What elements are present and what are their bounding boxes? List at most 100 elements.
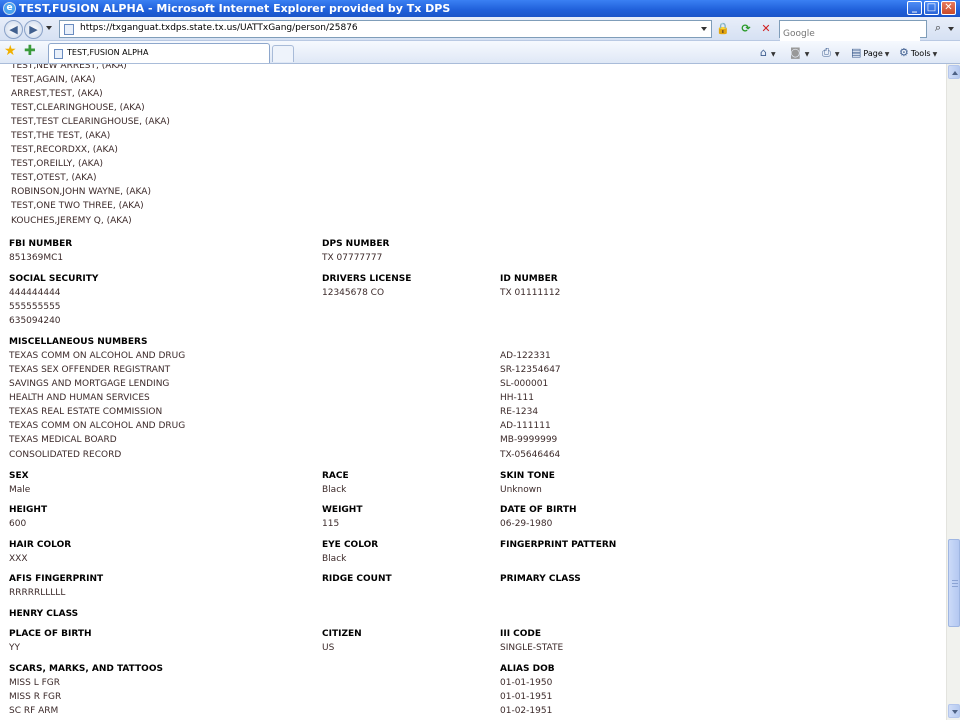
chevron-up-icon [952,71,958,75]
feeds-button[interactable]: ◙ ▼ [790,44,809,61]
favorites-star-icon[interactable]: ★ [4,43,17,59]
alias-item: TEST,THE TEST, (AKA) [11,131,111,141]
scroll-up-button[interactable] [948,65,960,79]
rss-icon: ◙ [790,46,801,59]
smt-value: MISS L FGR [9,678,60,688]
title-bar: e TEST,FUSION ALPHA - Microsoft Internet… [0,0,960,17]
alias-item: TEST,CLEARINGHOUSE, (AKA) [11,103,145,113]
recent-pages-dropdown-icon[interactable] [46,26,52,30]
fbi-number-label: FBI NUMBER [9,239,73,249]
search-box[interactable] [779,20,927,42]
misc-number: SR-12354647 [500,365,561,375]
address-toolbar: ◀ ▶ https://txganguat.txdps.state.tx.us/… [0,17,960,42]
alias-dob-value: 01-01-1951 [500,692,553,702]
forward-arrow-icon: ▶ [29,23,38,36]
search-button[interactable]: ⌕ [930,20,946,38]
height-label: HEIGHT [9,505,48,515]
weight-label: WEIGHT [322,505,363,515]
henry-class-label: HENRY CLASS [9,609,79,619]
misc-numbers-label: MISCELLANEOUS NUMBERS [9,337,148,347]
stop-button[interactable]: ✕ [757,20,775,38]
tab-current-page[interactable]: TEST,FUSION ALPHA [48,43,270,63]
afis-fingerprint-label: AFIS FINGERPRINT [9,574,104,584]
refresh-button[interactable]: ⟳ [737,20,755,38]
alias-item: TEST,AGAIN, (AKA) [11,75,96,85]
page-menu-button[interactable]: ▤ Page ▼ [851,44,889,61]
citizen-label: CITIZEN [322,629,362,639]
scars-marks-tattoos-label: SCARS, MARKS, AND TATTOOS [9,664,163,674]
misc-agency: TEXAS COMM ON ALCOHOL AND DRUG [9,421,186,431]
alias-item: ARREST,TEST, (AKA) [11,89,103,99]
grip-line [952,580,958,581]
id-number-value: TX 01111112 [500,288,561,298]
fingerprint-pattern-label: FINGERPRINT PATTERN [500,540,617,550]
chevron-down-icon: ▼ [804,51,810,58]
dob-label: DATE OF BIRTH [500,505,577,515]
alias-item: TEST,ONE TWO THREE, (AKA) [11,201,144,211]
ssn-value: 555555555 [9,302,61,312]
drivers-license-value: 12345678 CO [322,288,385,298]
vertical-scrollbar[interactable] [946,64,960,720]
hair-color-label: HAIR COLOR [9,540,72,550]
misc-agency: SAVINGS AND MORTGAGE LENDING [9,379,170,389]
forward-button[interactable]: ▶ [24,20,43,39]
tools-menu-button[interactable]: ⚙ Tools ▼ [899,44,937,61]
page-icon [64,24,74,35]
lock-icon[interactable]: 🔒 [714,20,732,38]
grip-line [952,583,958,584]
minimize-button[interactable]: _ [907,1,922,15]
misc-number: SL-000001 [500,379,549,389]
alias-dob-value: 01-02-1951 [500,706,553,716]
misc-agency: CONSOLIDATED RECORD [9,450,122,460]
address-dropdown-icon[interactable] [701,27,707,31]
fbi-number-value: 851369MC1 [9,253,64,263]
primary-class-label: PRIMARY CLASS [500,574,581,584]
place-of-birth-value: YY [9,643,20,653]
address-url[interactable]: https://txganguat.txdps.state.tx.us/UATT… [80,23,358,33]
chevron-down-icon [952,710,958,714]
home-button[interactable]: ⌂ ▼ [760,44,776,61]
misc-number: AD-111111 [500,421,551,431]
search-options-dropdown-icon[interactable] [948,27,954,31]
printer-icon: ⎙ [822,46,831,59]
ie-logo-icon: e [3,2,16,15]
scrollbar-thumb[interactable] [948,539,960,627]
dps-number-value: TX 07777777 [322,253,383,263]
back-button[interactable]: ◀ [4,20,23,39]
tab-command-bar: ★ ✚ TEST,FUSION ALPHA ⌂ ▼ ◙ ▼ ⎙ ▼ ▤ Page ▼ ⚙ T… [0,41,960,64]
close-window-button[interactable]: ✕ [941,1,956,15]
social-security-label: SOCIAL SECURITY [9,274,99,284]
misc-agency: TEXAS COMM ON ALCOHOL AND DRUG [9,351,186,361]
address-bar[interactable]: https://txganguat.txdps.state.tx.us/UATT… [59,20,712,38]
new-tab-button[interactable] [272,45,294,62]
chevron-down-icon: ▼ [834,51,840,58]
add-favorites-icon[interactable]: ✚ [24,43,36,59]
ssn-value: 444444444 [9,288,61,298]
hair-color-value: XXX [9,554,28,564]
afis-fingerprint-value: RRRRRLLLLL [9,588,66,598]
chevron-down-icon: ▼ [884,51,890,58]
id-number-label: ID NUMBER [500,274,558,284]
eye-color-value: Black [322,554,347,564]
search-input[interactable] [780,26,920,42]
skin-tone-value: Unknown [500,485,542,495]
place-of-birth-label: PLACE OF BIRTH [9,629,92,639]
misc-agency: TEXAS MEDICAL BOARD [9,435,117,445]
scroll-down-button[interactable] [948,704,960,718]
misc-agency: TEXAS REAL ESTATE COMMISSION [9,407,163,417]
sex-label: SEX [9,471,29,481]
ridge-count-label: RIDGE COUNT [322,574,392,584]
gear-icon: ⚙ [899,46,909,59]
print-button[interactable]: ⎙ ▼ [822,44,839,61]
alias-dob-label: ALIAS DOB [500,664,555,674]
misc-number: HH-111 [500,393,534,403]
misc-agency: HEALTH AND HUMAN SERVICES [9,393,150,403]
misc-number: AD-122331 [500,351,551,361]
race-label: RACE [322,471,349,481]
drivers-license-label: DRIVERS LICENSE [322,274,412,284]
magnifier-icon: ⌕ [934,21,942,34]
iii-code-value: SINGLE-STATE [500,643,564,653]
maximize-button[interactable]: □ [924,1,939,15]
alias-item: TEST,OREILLY, (AKA) [11,159,104,169]
dob-value: 06-29-1980 [500,519,553,529]
